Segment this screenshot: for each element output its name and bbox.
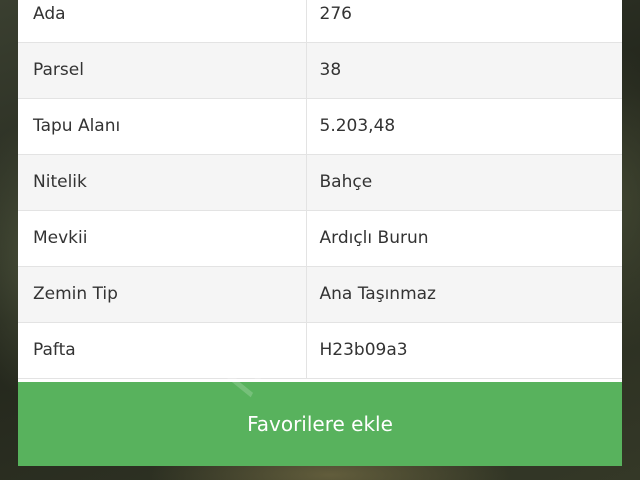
row-value: 5.203,48 [306,98,622,155]
row-value: Ardıçlı Burun [306,210,622,267]
table-row-nitelik: Nitelik Bahçe [18,154,622,211]
table-row-parsel: Parsel 38 [18,42,622,99]
row-value: 38 [306,42,622,99]
row-value: Ana Taşınmaz [306,266,622,323]
row-label: Mevkii [18,210,307,267]
row-label: Nitelik [18,154,307,211]
table-row-zemin-tip: Zemin Tip Ana Taşınmaz [18,266,622,323]
row-label: Parsel [18,42,307,99]
row-value: H23b09a3 [306,322,622,379]
row-value: Bahçe [306,154,622,211]
table-row-pafta: Pafta H23b09a3 [18,322,622,379]
table-row-ada: Ada 276 [18,0,622,43]
table-row-tapu-alani: Tapu Alanı 5.203,48 [18,98,622,155]
row-label: Zemin Tip [18,266,307,323]
row-value: 276 [306,0,622,43]
row-label: Pafta [18,322,307,379]
parcel-info-table: Ada 276 Parsel 38 Tapu Alanı 5.203,48 Ni… [18,0,622,379]
table-row-mevkii: Mevkii Ardıçlı Burun [18,210,622,267]
row-label: Tapu Alanı [18,98,307,155]
add-to-favorites-button[interactable]: Favorilere ekle [18,382,622,466]
row-label: Ada [18,0,307,43]
